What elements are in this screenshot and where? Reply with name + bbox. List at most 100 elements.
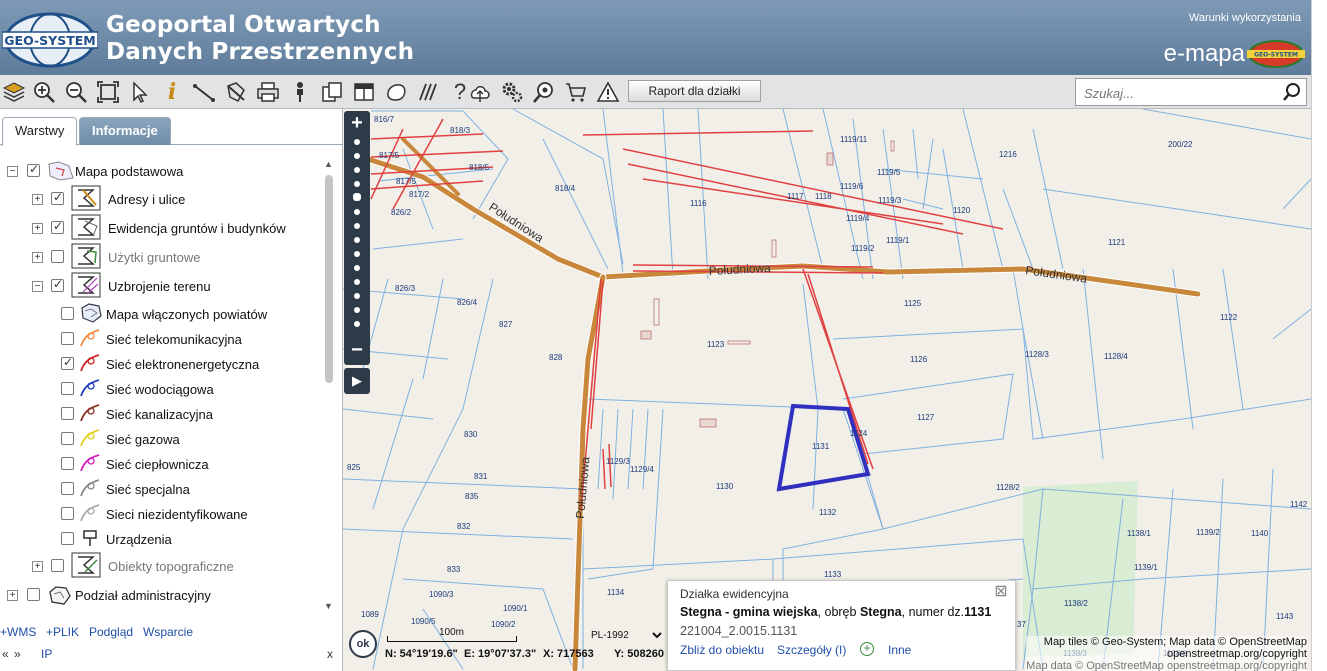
layer-tree-scrollbar[interactable]: ▲ ▼ xyxy=(322,155,336,619)
more-link[interactable]: Inne xyxy=(888,643,911,657)
info-icon[interactable]: i xyxy=(158,78,186,106)
zoom-out-button[interactable]: − xyxy=(344,339,370,361)
next-icon[interactable]: » xyxy=(14,647,21,661)
preview-link[interactable]: Podgląd xyxy=(89,625,133,639)
layer-checkbox[interactable] xyxy=(51,190,64,205)
expand-toggle[interactable]: + xyxy=(32,223,43,234)
zoom-out-icon[interactable] xyxy=(62,78,90,106)
popup-numer-prefix: , numer dz. xyxy=(901,605,965,619)
telecom-line-icon xyxy=(80,329,100,347)
expand-toggle[interactable]: + xyxy=(32,561,43,572)
layer-label: Obiekty topograficzne xyxy=(108,559,234,574)
zoom-in-button[interactable]: + xyxy=(344,112,370,134)
add-file-link[interactable]: +PLIK xyxy=(46,625,79,639)
print-icon[interactable] xyxy=(254,78,282,106)
layer-checkbox[interactable] xyxy=(51,559,64,572)
cart-icon[interactable] xyxy=(562,78,590,106)
layer-label: Podział administracyjny xyxy=(75,588,211,603)
close-icon[interactable]: ⊠ xyxy=(993,584,1009,601)
zoom-handle[interactable] xyxy=(353,193,361,201)
zoom-level-dot[interactable] xyxy=(354,293,360,299)
select-arrow-icon[interactable] xyxy=(126,78,154,106)
crs-select[interactable]: PL-1992 xyxy=(587,627,665,643)
warning-icon[interactable] xyxy=(594,78,622,106)
expand-toggle[interactable]: + xyxy=(32,252,43,263)
add-wms-link[interactable]: +WMS xyxy=(0,625,36,639)
expand-toggle[interactable]: + xyxy=(32,194,43,205)
collapse-toggle[interactable]: − xyxy=(7,166,18,177)
parcel-number-label: 828 xyxy=(549,353,563,362)
tab-warstwy[interactable]: Warstwy xyxy=(2,117,78,146)
layers-icon[interactable] xyxy=(0,78,28,106)
layer-checkbox[interactable] xyxy=(51,250,64,263)
header-banner: GEO-SYSTEM Geoportal Otwartych Danych Pr… xyxy=(0,0,1311,75)
scrollbar-thumb[interactable] xyxy=(325,175,333,383)
layer-checkbox[interactable] xyxy=(61,332,74,345)
search-input[interactable] xyxy=(1084,83,1274,103)
zoom-level-dot[interactable] xyxy=(354,209,360,215)
zoom-level-dot[interactable] xyxy=(354,237,360,243)
parcel-number-label: 1143 xyxy=(1276,612,1294,621)
zoom-level-dot[interactable] xyxy=(354,223,360,229)
layer-checkbox[interactable] xyxy=(61,432,74,445)
layer-checkbox[interactable] xyxy=(27,588,40,601)
zoom-level-dot[interactable] xyxy=(354,153,360,159)
layer-checkbox[interactable] xyxy=(61,507,74,520)
collapse-toggle[interactable]: − xyxy=(32,281,43,292)
parcel-number-label: 817/5 xyxy=(396,177,417,186)
zoom-to-object-link[interactable]: Zbliż do obiektu xyxy=(680,643,764,657)
prev-icon[interactable]: « xyxy=(2,647,9,661)
support-link[interactable]: Wsparcie xyxy=(143,625,193,639)
attribution-line[interactable]: openstreetmap.org/copyright xyxy=(1026,648,1307,660)
close-panel-icon[interactable]: x xyxy=(327,647,333,661)
tab-informacje[interactable]: Informacje xyxy=(79,117,171,145)
zoom-level-dot[interactable] xyxy=(354,181,360,187)
zoom-level-dot[interactable] xyxy=(354,279,360,285)
layer-checkbox[interactable] xyxy=(27,162,40,177)
ip-link[interactable]: IP xyxy=(41,647,52,661)
zoom-level-dot[interactable] xyxy=(354,307,360,313)
copy-link-icon[interactable] xyxy=(318,78,346,106)
layer-checkbox[interactable] xyxy=(61,457,74,470)
panel-toggle-button[interactable]: ▶ xyxy=(344,368,370,394)
layout-icon[interactable] xyxy=(350,78,378,106)
scroll-up-icon[interactable]: ▲ xyxy=(324,159,333,169)
ok-button[interactable]: ok xyxy=(349,630,377,658)
measure-area-icon[interactable] xyxy=(222,78,250,106)
layer-checkbox[interactable] xyxy=(51,277,64,292)
full-extent-icon[interactable] xyxy=(94,78,122,106)
raport-dla-dzialki-button[interactable]: Raport dla działki xyxy=(628,80,761,102)
zoom-level-dot[interactable] xyxy=(354,321,360,327)
hatch-icon[interactable] xyxy=(414,78,442,106)
layer-checkbox[interactable] xyxy=(61,532,74,545)
layer-checkbox[interactable] xyxy=(61,355,74,370)
parcel-number-label: 1139/2 xyxy=(1196,528,1220,537)
parcel-number-label: 1133 xyxy=(824,570,842,579)
terms-of-use-link[interactable]: Warunki wykorzystania xyxy=(1189,12,1301,24)
search-icon[interactable] xyxy=(1282,82,1302,102)
zoom-in-icon[interactable] xyxy=(30,78,58,106)
zoom-level-dot[interactable] xyxy=(354,265,360,271)
layer-checkbox[interactable] xyxy=(61,382,74,395)
zoom-level-dot[interactable] xyxy=(354,167,360,173)
draw-shape-icon[interactable] xyxy=(382,78,410,106)
street-view-icon[interactable] xyxy=(286,78,314,106)
cloud-upload-icon[interactable] xyxy=(466,78,494,106)
measure-distance-icon[interactable] xyxy=(190,78,218,106)
parcel-number-label: 1142 xyxy=(1290,500,1308,509)
zoom-level-dot[interactable] xyxy=(354,251,360,257)
layer-checkbox[interactable] xyxy=(51,219,64,234)
scroll-down-icon[interactable]: ▼ xyxy=(324,601,333,611)
layer-checkbox[interactable] xyxy=(61,307,74,320)
search-map-icon[interactable] xyxy=(530,78,558,106)
expand-toggle[interactable]: + xyxy=(7,590,18,601)
zoom-level-dot[interactable] xyxy=(354,139,360,145)
settings-icon[interactable] xyxy=(498,78,526,106)
popup-numer: 1131 xyxy=(964,605,992,619)
layer-checkbox[interactable] xyxy=(61,482,74,495)
map-canvas[interactable]: Południowa Południowa Południowa Południ… xyxy=(343,109,1311,671)
details-link[interactable]: Szczegóły (I) xyxy=(777,643,846,657)
layer-checkbox[interactable] xyxy=(61,407,74,420)
plus-circle-icon[interactable]: + xyxy=(860,642,874,656)
zoom-slider[interactable]: + − xyxy=(344,111,370,365)
